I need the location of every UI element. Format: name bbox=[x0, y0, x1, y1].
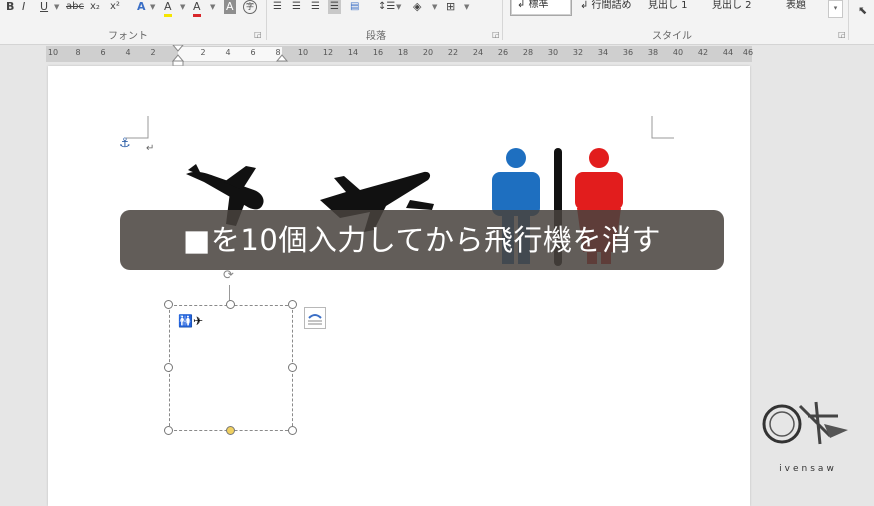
resize-handle-bottom[interactable] bbox=[226, 426, 235, 435]
enclosed-character-button[interactable]: 字 bbox=[243, 0, 257, 14]
resize-handle-bottom-right[interactable] bbox=[288, 426, 297, 435]
ruler-number: 10 bbox=[297, 48, 309, 57]
ruler-number: 12 bbox=[322, 48, 334, 57]
ruler-number: 40 bbox=[672, 48, 684, 57]
ribbon-separator bbox=[848, 0, 849, 40]
shading-icon[interactable]: ◈ bbox=[413, 0, 421, 14]
select-cursor-icon[interactable]: ⬉ bbox=[858, 4, 867, 18]
textbox-content[interactable]: 🚻✈ bbox=[178, 314, 203, 328]
watermark-text: ivensaw bbox=[779, 464, 837, 474]
font-color-button[interactable]: A bbox=[193, 0, 201, 17]
document-page[interactable]: ⚓ ↵ ⟳ 🚻✈ bbox=[48, 66, 750, 506]
rotate-handle-icon[interactable]: ⟳ bbox=[223, 268, 234, 283]
ruler-number: 14 bbox=[347, 48, 359, 57]
align-center-icon[interactable]: ☰ bbox=[292, 0, 301, 14]
line-spacing-icon[interactable]: ↕☰ bbox=[378, 0, 395, 14]
ruler-number: 30 bbox=[547, 48, 559, 57]
distributed-icon[interactable]: ▤ bbox=[350, 0, 359, 14]
margin-corner-mark bbox=[651, 116, 674, 139]
watermark-logo: ivensaw bbox=[760, 396, 856, 476]
font-dialog-launcher-icon[interactable]: ◲ bbox=[254, 30, 262, 39]
anchor-icon: ⚓ bbox=[119, 136, 131, 151]
ruler-number: 26 bbox=[497, 48, 509, 57]
styles-more-button[interactable]: ▾ bbox=[828, 0, 843, 18]
strikethrough-button[interactable]: abc bbox=[66, 0, 84, 14]
resize-handle-top-right[interactable] bbox=[288, 300, 297, 309]
ruler-number: 16 bbox=[372, 48, 384, 57]
ruler-number: 28 bbox=[522, 48, 534, 57]
ruler-number: 42 bbox=[697, 48, 709, 57]
resize-handle-top[interactable] bbox=[226, 300, 235, 309]
spacer bbox=[758, 396, 759, 397]
ruler-number: 18 bbox=[397, 48, 409, 57]
style-no-spacing[interactable]: ↲ 行間詰め bbox=[580, 0, 632, 11]
shading-dropdown-icon[interactable]: ▼ bbox=[432, 0, 437, 14]
ruler-number: 2 bbox=[200, 48, 206, 57]
styles-dialog-launcher-icon[interactable]: ◲ bbox=[838, 30, 846, 39]
resize-handle-left[interactable] bbox=[164, 363, 173, 372]
ruler-number: 2 bbox=[150, 48, 156, 57]
subscript-button[interactable]: x₂ bbox=[90, 0, 100, 14]
textbox[interactable]: 🚻✈ bbox=[169, 305, 293, 431]
line-spacing-dropdown-icon[interactable]: ▼ bbox=[396, 0, 401, 14]
resize-handle-bottom-left[interactable] bbox=[164, 426, 173, 435]
text-effects-button[interactable]: A bbox=[137, 0, 146, 14]
layout-options-button[interactable] bbox=[304, 307, 326, 329]
highlight-dropdown-icon[interactable]: ▼ bbox=[180, 0, 185, 14]
paragraph-mark: ↵ bbox=[146, 143, 155, 154]
right-indent-marker-icon[interactable] bbox=[276, 53, 288, 63]
watermark-emblem-icon bbox=[762, 401, 848, 445]
style-heading-1[interactable]: 見出し 1 bbox=[648, 0, 688, 11]
bold-button[interactable]: B bbox=[6, 0, 14, 14]
ruler-number: 46 bbox=[742, 48, 754, 57]
ruler-number: 22 bbox=[447, 48, 459, 57]
styles-group-label: スタイル bbox=[652, 31, 692, 42]
indent-marker-icon[interactable] bbox=[172, 45, 184, 67]
paragraph-group-label: 段落 bbox=[366, 31, 386, 42]
ruler-number: 32 bbox=[572, 48, 584, 57]
ruler-left-margin bbox=[46, 47, 178, 61]
resize-handle-right[interactable] bbox=[288, 363, 297, 372]
ruler-number: 8 bbox=[75, 48, 81, 57]
resize-handle-top-left[interactable] bbox=[164, 300, 173, 309]
ruler-number: 6 bbox=[250, 48, 256, 57]
italic-button[interactable]: I bbox=[22, 0, 25, 14]
ruler-number: 44 bbox=[722, 48, 734, 57]
underline-dropdown-icon[interactable]: ▼ bbox=[54, 0, 59, 14]
caption-overlay: ■を10個入力してから飛行機を消す bbox=[120, 210, 724, 270]
borders-icon[interactable]: ⊞ bbox=[446, 0, 455, 14]
superscript-button[interactable]: x² bbox=[110, 0, 120, 14]
borders-dropdown-icon[interactable]: ▼ bbox=[464, 0, 469, 14]
style-title[interactable]: 表題 bbox=[786, 0, 806, 11]
style-normal[interactable]: ↲ 標準 bbox=[510, 0, 572, 16]
underline-button[interactable]: U bbox=[40, 0, 48, 14]
ribbon-separator bbox=[502, 0, 503, 40]
ribbon-separator bbox=[266, 0, 267, 40]
ruler-number: 4 bbox=[225, 48, 231, 57]
text-effects-dropdown-icon[interactable]: ▼ bbox=[150, 0, 155, 14]
ruler-number: 38 bbox=[647, 48, 659, 57]
ruler-number: 20 bbox=[422, 48, 434, 57]
ruler-number: 4 bbox=[125, 48, 131, 57]
align-left-icon[interactable]: ☰ bbox=[273, 0, 282, 14]
ruler-number: 36 bbox=[622, 48, 634, 57]
ruler-number: 10 bbox=[47, 48, 59, 57]
ruler-number: 24 bbox=[472, 48, 484, 57]
ribbon: B I U ▼ abc x₂ x² A ▼ A ▼ A ▼ A 字 フォント ◲… bbox=[0, 0, 874, 45]
font-group-label: フォント bbox=[108, 31, 148, 42]
highlight-color-button[interactable]: A bbox=[164, 0, 172, 17]
ruler-number: 6 bbox=[100, 48, 106, 57]
paragraph-dialog-launcher-icon[interactable]: ◲ bbox=[492, 30, 500, 39]
justify-icon[interactable]: ☰ bbox=[328, 0, 341, 14]
horizontal-ruler[interactable]: 10 8 6 4 2 2 4 6 8 10 12 14 16 18 20 22 … bbox=[46, 45, 754, 67]
font-color-dropdown-icon[interactable]: ▼ bbox=[210, 0, 215, 14]
character-shading-button[interactable]: A bbox=[224, 0, 236, 14]
layout-options-icon bbox=[308, 314, 322, 325]
ruler-number: 34 bbox=[597, 48, 609, 57]
style-heading-2[interactable]: 見出し 2 bbox=[712, 0, 752, 11]
align-right-icon[interactable]: ☰ bbox=[311, 0, 320, 14]
